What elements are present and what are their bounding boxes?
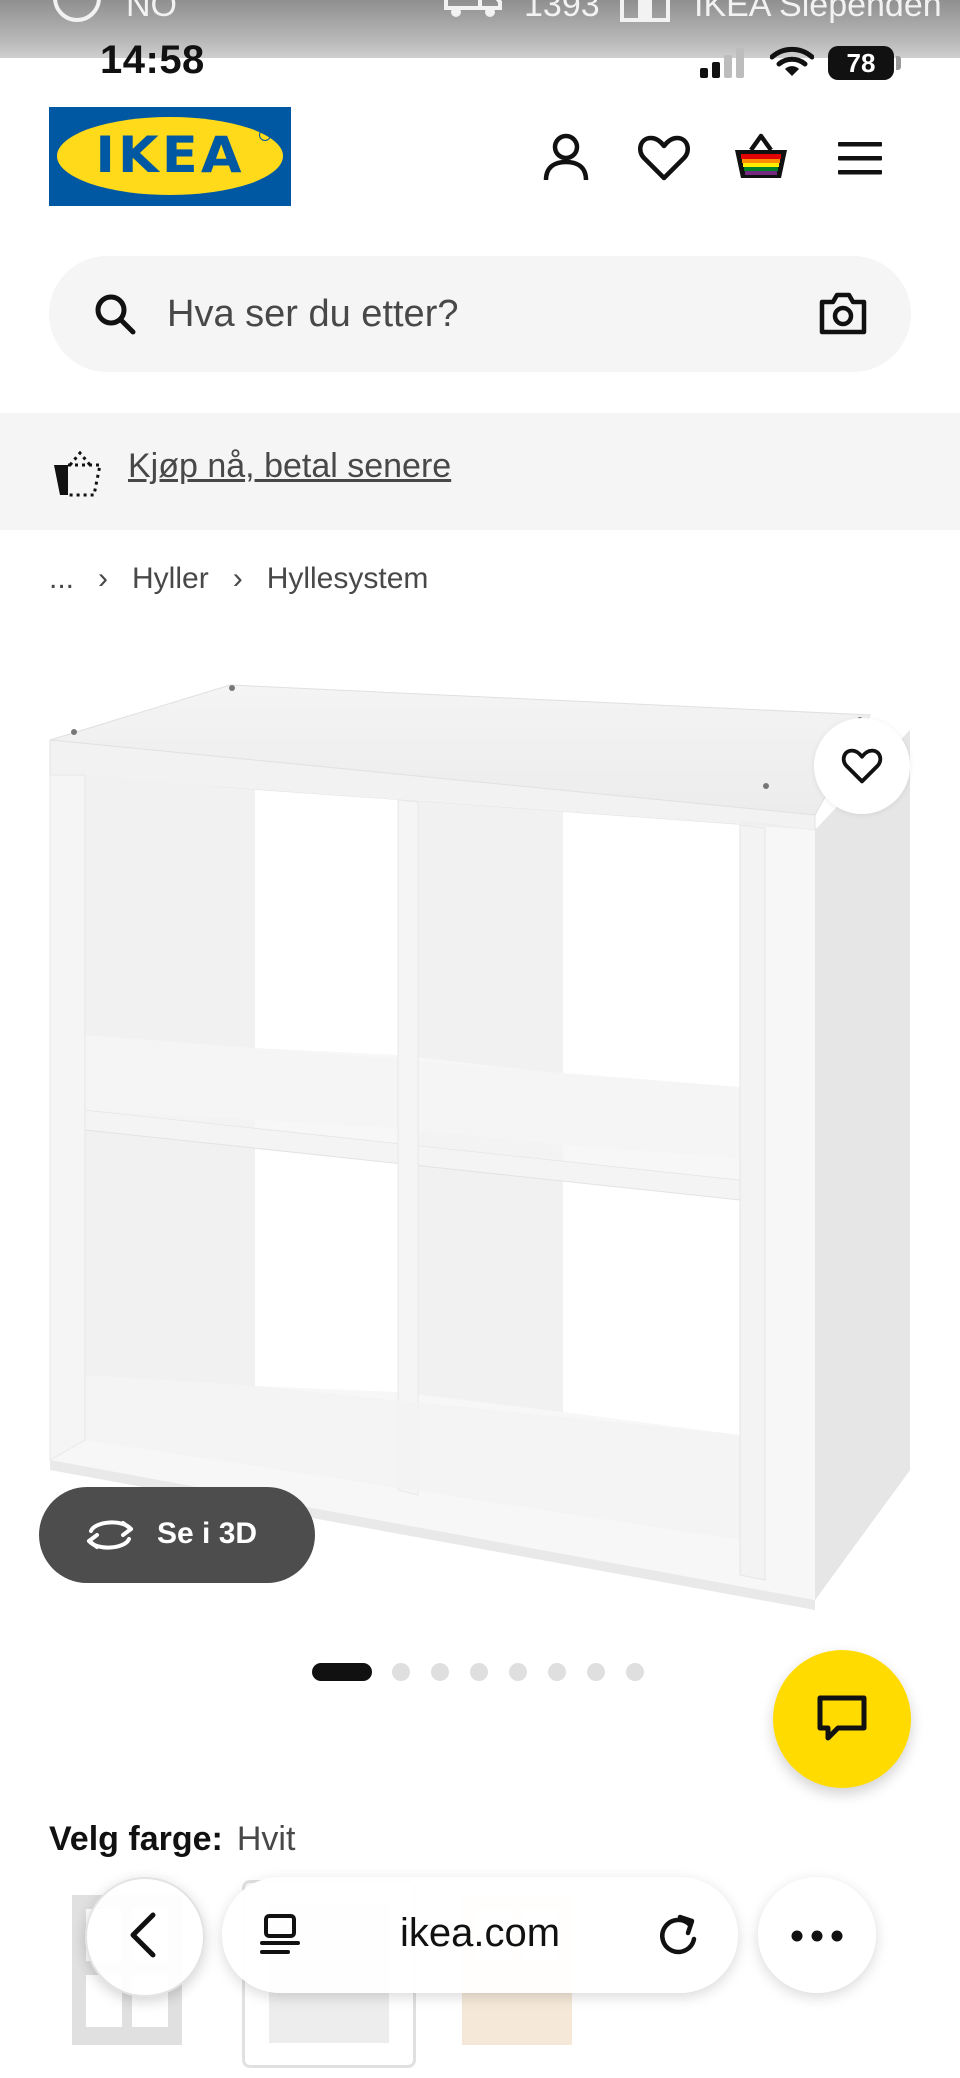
rotate-3d-icon (87, 1520, 133, 1550)
store-icon (620, 0, 670, 22)
breadcrumb-item-hyller[interactable]: Hyller (132, 562, 209, 596)
chat-button[interactable] (773, 1650, 911, 1788)
view-in-3d-button[interactable]: Se i 3D (39, 1487, 315, 1583)
camera-icon[interactable] (819, 290, 867, 336)
chevron-right-icon: › (98, 562, 109, 595)
color-value: Hvit (236, 1820, 296, 1858)
browser-back-button[interactable] (85, 1877, 205, 1997)
truck-icon (444, 0, 502, 17)
buy-now-pay-later-link[interactable]: Kjøp nå, betal senere (128, 447, 451, 486)
breadcrumb-ellipsis[interactable]: ... (49, 562, 74, 596)
pagination-dot[interactable] (509, 1663, 527, 1681)
pagination-dot[interactable] (470, 1663, 488, 1681)
heart-icon (841, 748, 883, 784)
breadcrumb: ... › Hyller › Hyllesystem (49, 562, 428, 596)
payment-basket-icon (54, 451, 102, 497)
browser-more-button[interactable] (758, 1877, 876, 1993)
wifi-icon (770, 46, 814, 76)
battery-indicator: 78 (828, 46, 894, 80)
color-selector-row: Velg farge: Hvit (49, 1820, 295, 1859)
search-icon[interactable] (93, 292, 137, 336)
ikea-logo[interactable]: IKEA (49, 107, 291, 206)
ghost-country: NO (126, 0, 177, 24)
registered-mark (259, 129, 271, 141)
search-bar[interactable] (49, 256, 911, 372)
add-to-favourites-button[interactable] (814, 718, 910, 814)
product-image[interactable] (0, 640, 960, 1630)
status-time: 14:58 (100, 38, 205, 82)
basket-icon[interactable] (733, 130, 789, 186)
account-icon[interactable] (538, 130, 594, 186)
ghost-store: IKEA Slependen (694, 0, 942, 24)
chevron-left-icon (130, 1912, 156, 1958)
pagination-dot[interactable] (392, 1663, 410, 1681)
pagination-dot-active[interactable] (312, 1663, 372, 1681)
color-label: Velg farge: (49, 1820, 223, 1858)
signal-icon (700, 48, 744, 78)
breadcrumb-item-hyllesystem[interactable]: Hyllesystem (267, 562, 429, 596)
chevron-right-icon: › (232, 562, 243, 595)
view-in-3d-label: Se i 3D (157, 1517, 258, 1550)
search-input[interactable] (167, 276, 727, 352)
reload-icon[interactable] (658, 1913, 700, 1957)
promo-banner: Kjøp nå, betal senere (0, 413, 960, 530)
battery-tip (896, 56, 901, 70)
pagination-dot[interactable] (431, 1663, 449, 1681)
heart-icon[interactable] (636, 130, 692, 186)
pagination-dot[interactable] (548, 1663, 566, 1681)
pagination-dot[interactable] (587, 1663, 605, 1681)
globe-icon (53, 0, 101, 22)
image-pagination (312, 1663, 665, 1681)
ghost-phone: 1393 (524, 0, 600, 24)
menu-icon[interactable] (832, 130, 888, 186)
chat-icon (817, 1695, 867, 1741)
pagination-dot[interactable] (626, 1663, 644, 1681)
browser-address-bar[interactable]: ikea.com (222, 1877, 738, 1993)
more-dots-icon (791, 1930, 843, 1942)
